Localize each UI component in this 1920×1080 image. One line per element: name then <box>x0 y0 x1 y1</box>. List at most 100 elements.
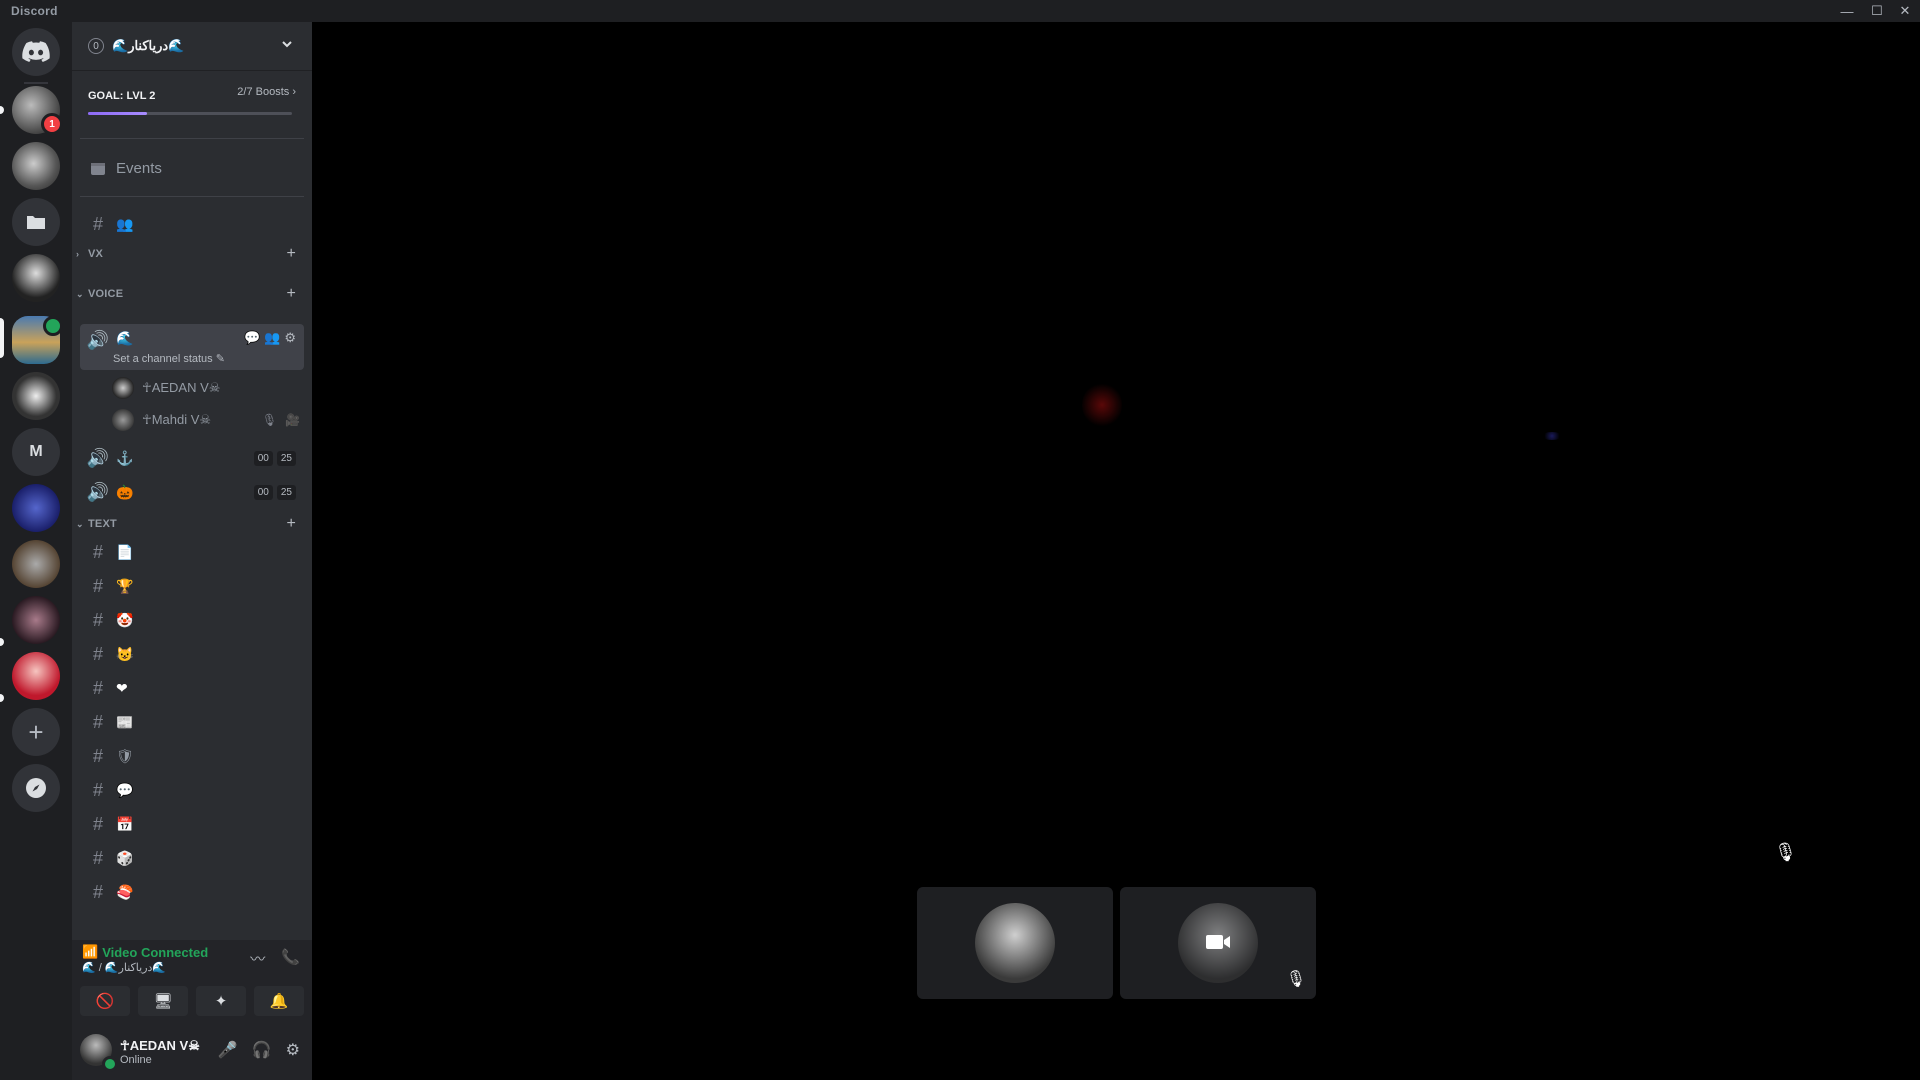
activities-button[interactable]: ✦ <box>196 986 246 1016</box>
server-folder[interactable] <box>12 198 60 246</box>
hash-icon: # <box>92 575 103 596</box>
participant-tile[interactable]: 🎙 <box>1120 887 1316 999</box>
video-frame-glow <box>1542 432 1562 440</box>
user-status: Online <box>120 1054 152 1066</box>
voice-user-name: ☥Mahdi V☠ <box>142 412 212 427</box>
voice-connection-panel: 📶 Video Connected 🌊 / 🌊دریاکنار🌊 〰 📞 🚫 🖥… <box>72 940 312 1022</box>
category-voice[interactable]: ⌄ VOICE + <box>76 284 304 304</box>
microphone-icon[interactable]: 🎤 <box>218 1040 238 1060</box>
voice-channel[interactable]: 🔊 🎃 00 25 <box>80 476 304 508</box>
disconnect-icon[interactable]: 📞 <box>281 948 300 969</box>
channel-emoji: 🤡 <box>116 611 134 628</box>
category-label: TEXT <box>88 518 117 530</box>
gear-icon[interactable]: ⚙ <box>286 1040 300 1060</box>
text-channel[interactable]: # 📰 <box>80 706 304 738</box>
voice-user[interactable]: ☥Mahdi V☠ 🎙 🎥 <box>112 406 304 434</box>
text-channel[interactable]: # ❤ <box>80 672 304 704</box>
camera-icon <box>1204 931 1232 953</box>
server-wl[interactable] <box>12 254 60 302</box>
user-count-pill: 00 <box>253 484 273 500</box>
text-channel[interactable]: # 📄 <box>80 536 304 568</box>
divider <box>80 138 304 139</box>
server-pink[interactable] <box>12 596 60 644</box>
text-channel[interactable]: # 💬 <box>80 774 304 806</box>
server-blue[interactable] <box>12 484 60 532</box>
speaker-icon: 🔊 <box>86 330 110 350</box>
text-channel[interactable]: # 🛡 <box>80 740 304 772</box>
headphones-icon[interactable]: 🎧 <box>252 1040 272 1060</box>
signal-icon: 📶 <box>82 944 99 959</box>
text-channel[interactable]: # 🍣 <box>80 876 304 908</box>
channel-emoji: 🎲 <box>116 849 134 866</box>
channel-status-hint[interactable]: Set a channel status ✎ <box>113 352 225 365</box>
server-moon[interactable] <box>12 142 60 190</box>
guild-header[interactable]: 0 🌊دریاکنار🌊 <box>72 22 312 70</box>
server-anime[interactable] <box>12 652 60 700</box>
hash-icon: # <box>92 541 103 562</box>
mic-muted-icon[interactable]: 🎙 <box>1774 842 1797 863</box>
voice-user[interactable]: ☥AEDAN V☠ <box>112 374 304 402</box>
hash-icon: # <box>92 643 103 664</box>
participant-tile[interactable] <box>917 887 1113 999</box>
unread-pill <box>0 638 4 646</box>
close-button[interactable]: ✕ <box>1892 2 1918 20</box>
explore-button[interactable] <box>12 764 60 812</box>
channel-emoji: 😺 <box>116 645 134 662</box>
screen-share-button[interactable]: 🖥 <box>138 986 188 1016</box>
channel-emoji: 📄 <box>116 543 134 560</box>
voice-status[interactable]: 📶 Video Connected <box>82 944 208 960</box>
server-wings[interactable] <box>12 372 60 420</box>
camera-off-button[interactable]: 🚫 <box>80 986 130 1016</box>
maximize-button[interactable]: ☐ <box>1864 2 1890 20</box>
events-link[interactable]: Events <box>80 152 304 184</box>
folder-icon <box>27 216 45 229</box>
username[interactable]: ☥AEDAN V☠ <box>120 1038 200 1054</box>
channel-emoji: 🍣 <box>116 883 134 900</box>
chat-icon[interactable]: 💬 <box>244 330 260 346</box>
channel-top[interactable]: # 👥 <box>80 208 304 240</box>
server-m[interactable]: M <box>12 428 60 476</box>
minimize-button[interactable]: — <box>1834 2 1860 20</box>
text-channel[interactable]: # 🤡 <box>80 604 304 636</box>
title-bar: Discord — ☐ ✕ <box>0 0 1920 22</box>
member-count: 0 <box>88 38 104 54</box>
compass-icon <box>26 778 46 798</box>
create-channel-button[interactable]: + <box>286 245 296 263</box>
add-server-button[interactable]: + <box>12 708 60 756</box>
hash-icon: # <box>92 745 103 766</box>
speaker-icon: 🔊 <box>86 481 110 502</box>
channel-emoji: 📰 <box>116 713 134 730</box>
text-channel[interactable]: # 🏆 <box>80 570 304 602</box>
hash-icon: # <box>92 609 103 630</box>
avatar <box>112 409 134 431</box>
gear-icon[interactable]: ⚙ <box>284 330 296 346</box>
text-channel[interactable]: # 🎲 <box>80 842 304 874</box>
channel-emoji: 👥 <box>116 215 134 232</box>
text-channel[interactable]: # 😺 <box>80 638 304 670</box>
hash-icon: # <box>92 213 103 234</box>
category-text[interactable]: ⌄ TEXT + <box>76 514 304 534</box>
category-vx[interactable]: › VX + <box>76 244 304 264</box>
mic-muted-icon: 🎙 <box>1285 971 1306 988</box>
voice-channel-path[interactable]: 🌊 / 🌊دریاکنار🌊 <box>82 961 166 974</box>
video-indicator-icon <box>43 316 63 336</box>
voice-channel-active[interactable]: 🔊 🌊 Set a channel status ✎ 💬 👥 ⚙ <box>80 324 304 370</box>
create-channel-button[interactable]: + <box>286 285 296 303</box>
text-channel[interactable]: # 📅 <box>80 808 304 840</box>
noise-suppression-icon[interactable]: 〰 <box>250 948 265 969</box>
voice-channel[interactable]: 🔊 ⚓ 00 25 <box>80 442 304 474</box>
chevron-down-icon: ⌄ <box>76 518 84 529</box>
user-limit-pill: 25 <box>276 450 296 466</box>
create-channel-button[interactable]: + <box>286 515 296 533</box>
discord-logo-icon <box>22 41 50 62</box>
channel-emoji: ❤ <box>116 679 128 696</box>
server-creature[interactable] <box>12 540 60 588</box>
user-limit-pill: 25 <box>276 484 296 500</box>
invite-icon[interactable]: 👥 <box>264 330 280 346</box>
boost-goal[interactable]: GOAL: LVL 2 2/7 Boosts › <box>88 86 296 115</box>
home-button[interactable] <box>12 28 60 76</box>
soundboard-button[interactable]: 🔔 <box>254 986 304 1016</box>
selected-pill <box>0 318 4 358</box>
voice-user-name: ☥AEDAN V☠ <box>142 380 221 395</box>
divider <box>80 196 304 197</box>
